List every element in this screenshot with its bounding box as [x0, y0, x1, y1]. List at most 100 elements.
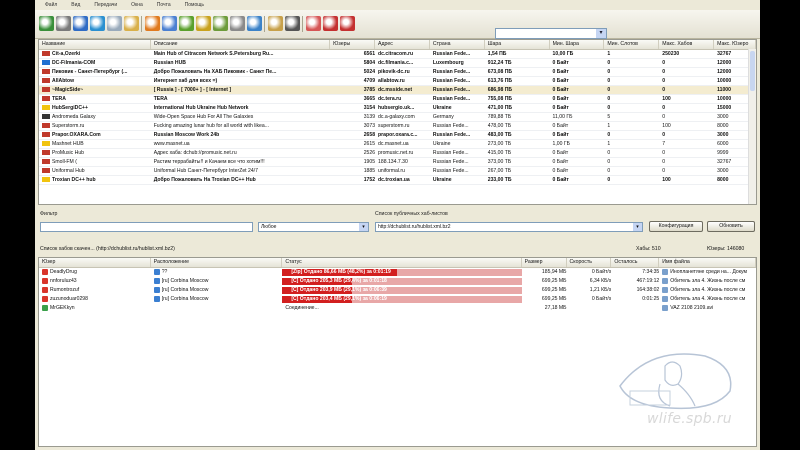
hub-row[interactable]: Smoll-FM (Растим террабайты!! и Качаем в…: [39, 158, 756, 167]
menu-item[interactable]: Файл: [45, 2, 57, 8]
column-header[interactable]: Юзер: [39, 258, 151, 267]
hub-desc: Uniformal Hub Санкт-Петербург InterZet 2…: [153, 168, 258, 174]
download-icon[interactable]: [179, 16, 194, 31]
column-header[interactable]: Макс. Юзеро: [714, 40, 756, 49]
file-icon: [662, 268, 669, 275]
hub-maxhubs: 0: [662, 114, 666, 120]
transfer-file: Инопланетяне среди на... Докум: [670, 269, 748, 275]
refresh-icon[interactable]: [90, 16, 105, 31]
hub-row[interactable]: DC-Filmania-COM Russian HUB 5804 dc.filmani…: [39, 59, 756, 68]
search-icon[interactable]: [107, 16, 122, 31]
menu-item[interactable]: Вид: [71, 2, 80, 8]
flag-icon: [42, 141, 50, 147]
hub-desc: Адрес хаба: dchub://promusic.net.ru: [153, 150, 237, 156]
menu-item[interactable]: Окна: [131, 2, 143, 8]
hub-row[interactable]: Superstorm.ru Fucking amazing lunar hub f…: [39, 122, 756, 131]
column-header[interactable]: Размер: [522, 258, 567, 267]
hub-users: 3073: [363, 123, 376, 129]
hub-row[interactable]: Uniformal Hub Uniformal Hub Санкт-Петербу…: [39, 167, 756, 176]
hub-row[interactable]: Prapor.OXARA.Com Russian Moscow Work 24b 2…: [39, 131, 756, 140]
configure-button[interactable]: Конфигурация: [649, 221, 703, 232]
column-header[interactable]: Макс. Хабов: [659, 40, 715, 49]
transfer-row[interactable]: nnforuluz43 [ru] Corbina Moscow [C] Отдано…: [39, 277, 756, 286]
hub-desc: www.masnet.ua: [153, 141, 190, 147]
filter-field-select[interactable]: Любое ▾: [258, 222, 369, 232]
chevron-down-icon[interactable]: ▾: [359, 223, 368, 231]
menu-item[interactable]: Передачи: [94, 2, 117, 8]
hub-users: 1905: [363, 159, 376, 165]
hub-share: 1,54 ПБ: [487, 51, 507, 57]
public-hubs-scrollbar[interactable]: [748, 49, 756, 204]
column-header[interactable]: Шара: [485, 40, 550, 49]
column-header[interactable]: Осталось: [611, 258, 660, 267]
column-header[interactable]: Мин. Шара: [550, 40, 605, 49]
column-header[interactable]: Юзеры: [330, 40, 376, 49]
hub-country: Russian Fede...: [432, 87, 471, 93]
close-icon[interactable]: [340, 16, 355, 31]
chevron-down-icon[interactable]: ▾: [596, 29, 606, 38]
hub-row[interactable]: Пиковик - Санкт-Петербург (... Добро Пожа…: [39, 68, 756, 77]
menu-bar: Файл Вид Передачи Окна Почта Помощь: [35, 0, 760, 9]
hub-country: Russian Fede...: [432, 132, 471, 138]
transfer-size: 185,94 МБ: [541, 269, 567, 275]
transfer-row[interactable]: DeadlyDrug?? [Zip] Отдано 86,66 МБ (48,2%…: [39, 268, 756, 277]
hub-row[interactable]: TERA TERA 3665 dc.tera.ru Russian Fede... 755…: [39, 95, 756, 104]
transfer-user-cell: nnforuluz43: [39, 277, 151, 286]
hub-name-cell: Пиковик - Санкт-Петербург (...: [39, 68, 151, 76]
toolbar-search-combo[interactable]: ▾: [495, 28, 607, 39]
transfer-loc: [ru] Corbina Moscow: [161, 287, 209, 293]
users-icon[interactable]: [162, 16, 177, 31]
reconnect-icon[interactable]: [39, 16, 54, 31]
stop-icon[interactable]: [323, 16, 338, 31]
hub-desc: Добро Пожаловать На Troxian DC++ Hub: [153, 177, 256, 183]
column-header[interactable]: Название: [39, 40, 151, 49]
transfer-row[interactable]: Rumontrozuf [ru] Corbina Moscow [C] Отдано…: [39, 286, 756, 295]
transfer-row[interactable]: zuzunoduar0298 [ru] Corbina Moscow [C] Отд…: [39, 295, 756, 304]
column-header[interactable]: Статус: [282, 258, 522, 267]
menu-item[interactable]: Помощь: [185, 2, 204, 8]
column-header[interactable]: Адрес: [375, 40, 430, 49]
magnifier-icon[interactable]: [230, 16, 245, 31]
hub-minslots: 0: [607, 78, 611, 84]
column-header[interactable]: Скорость: [567, 258, 612, 267]
favorites-star-icon[interactable]: [145, 16, 160, 31]
column-header[interactable]: Страна: [430, 40, 485, 49]
column-header[interactable]: Мин. Слотов: [604, 40, 660, 49]
filter-input[interactable]: [40, 222, 253, 232]
transfer-speed: [567, 304, 612, 313]
hub-maxhubs: 0: [662, 78, 666, 84]
menu-item[interactable]: Почта: [157, 2, 171, 8]
upload-arrow-icon: [42, 295, 48, 302]
column-header[interactable]: Имя файла: [659, 258, 756, 267]
hub-row[interactable]: Mashnet HUB www.masnet.ua 2615 dc.masnet.ua…: [39, 140, 756, 149]
column-header[interactable]: Описание: [151, 40, 331, 49]
hub-share: 686,98 ПБ: [487, 87, 513, 93]
notepad-icon[interactable]: [213, 16, 228, 31]
adl-icon[interactable]: [247, 16, 262, 31]
column-header[interactable]: Расположение: [151, 258, 283, 267]
hash-icon[interactable]: [285, 16, 300, 31]
globe-icon[interactable]: [73, 16, 88, 31]
hub-users: 1885: [363, 168, 376, 174]
hub-row[interactable]: Troxian DC++ hub Добро Пожаловать На Trox…: [39, 176, 756, 185]
settings-icon[interactable]: [56, 16, 71, 31]
hublist-select[interactable]: http://dchublist.ru/hublist.xml.bz2 ▾: [375, 222, 643, 232]
hub-share: 912,24 ТБ: [487, 60, 512, 66]
upload-icon[interactable]: [196, 16, 211, 31]
transfer-row[interactable]: MrGEKkyn Соединение... 27,18 МБ VAZ 2108 21…: [39, 304, 756, 313]
chevron-down-icon[interactable]: ▾: [633, 223, 642, 231]
queue-icon[interactable]: [124, 16, 139, 31]
hub-row[interactable]: Cit-a,Ozerki Main Hub of Citracom Network…: [39, 50, 756, 59]
hub-row[interactable]: ~MagicSide~ [ Russia ] - [ 7000+ ] - [ In…: [39, 86, 756, 95]
file-icon: [662, 304, 669, 311]
hub-row[interactable]: ProMusic Hub Адрес хаба: dchub://promusic…: [39, 149, 756, 158]
hub-row[interactable]: HubSergiDC++ International Hub Ukraine Hu…: [39, 104, 756, 113]
highlight-icon[interactable]: [306, 16, 321, 31]
hub-addr: prapor.oxara.c...: [378, 132, 418, 138]
user-icon[interactable]: [268, 16, 283, 31]
hub-row[interactable]: Andromeda Galaxy Wide-Open Space Hub For …: [39, 113, 756, 122]
refresh-button[interactable]: Обновить: [707, 221, 755, 232]
hub-row[interactable]: AllAbtow Интернет хаб для всех =) 4709 alla…: [39, 77, 756, 86]
hub-desc: TERA: [153, 96, 168, 102]
filter-bar: Фильтр Любое ▾ Список публичных хаб-листо…: [35, 210, 760, 236]
